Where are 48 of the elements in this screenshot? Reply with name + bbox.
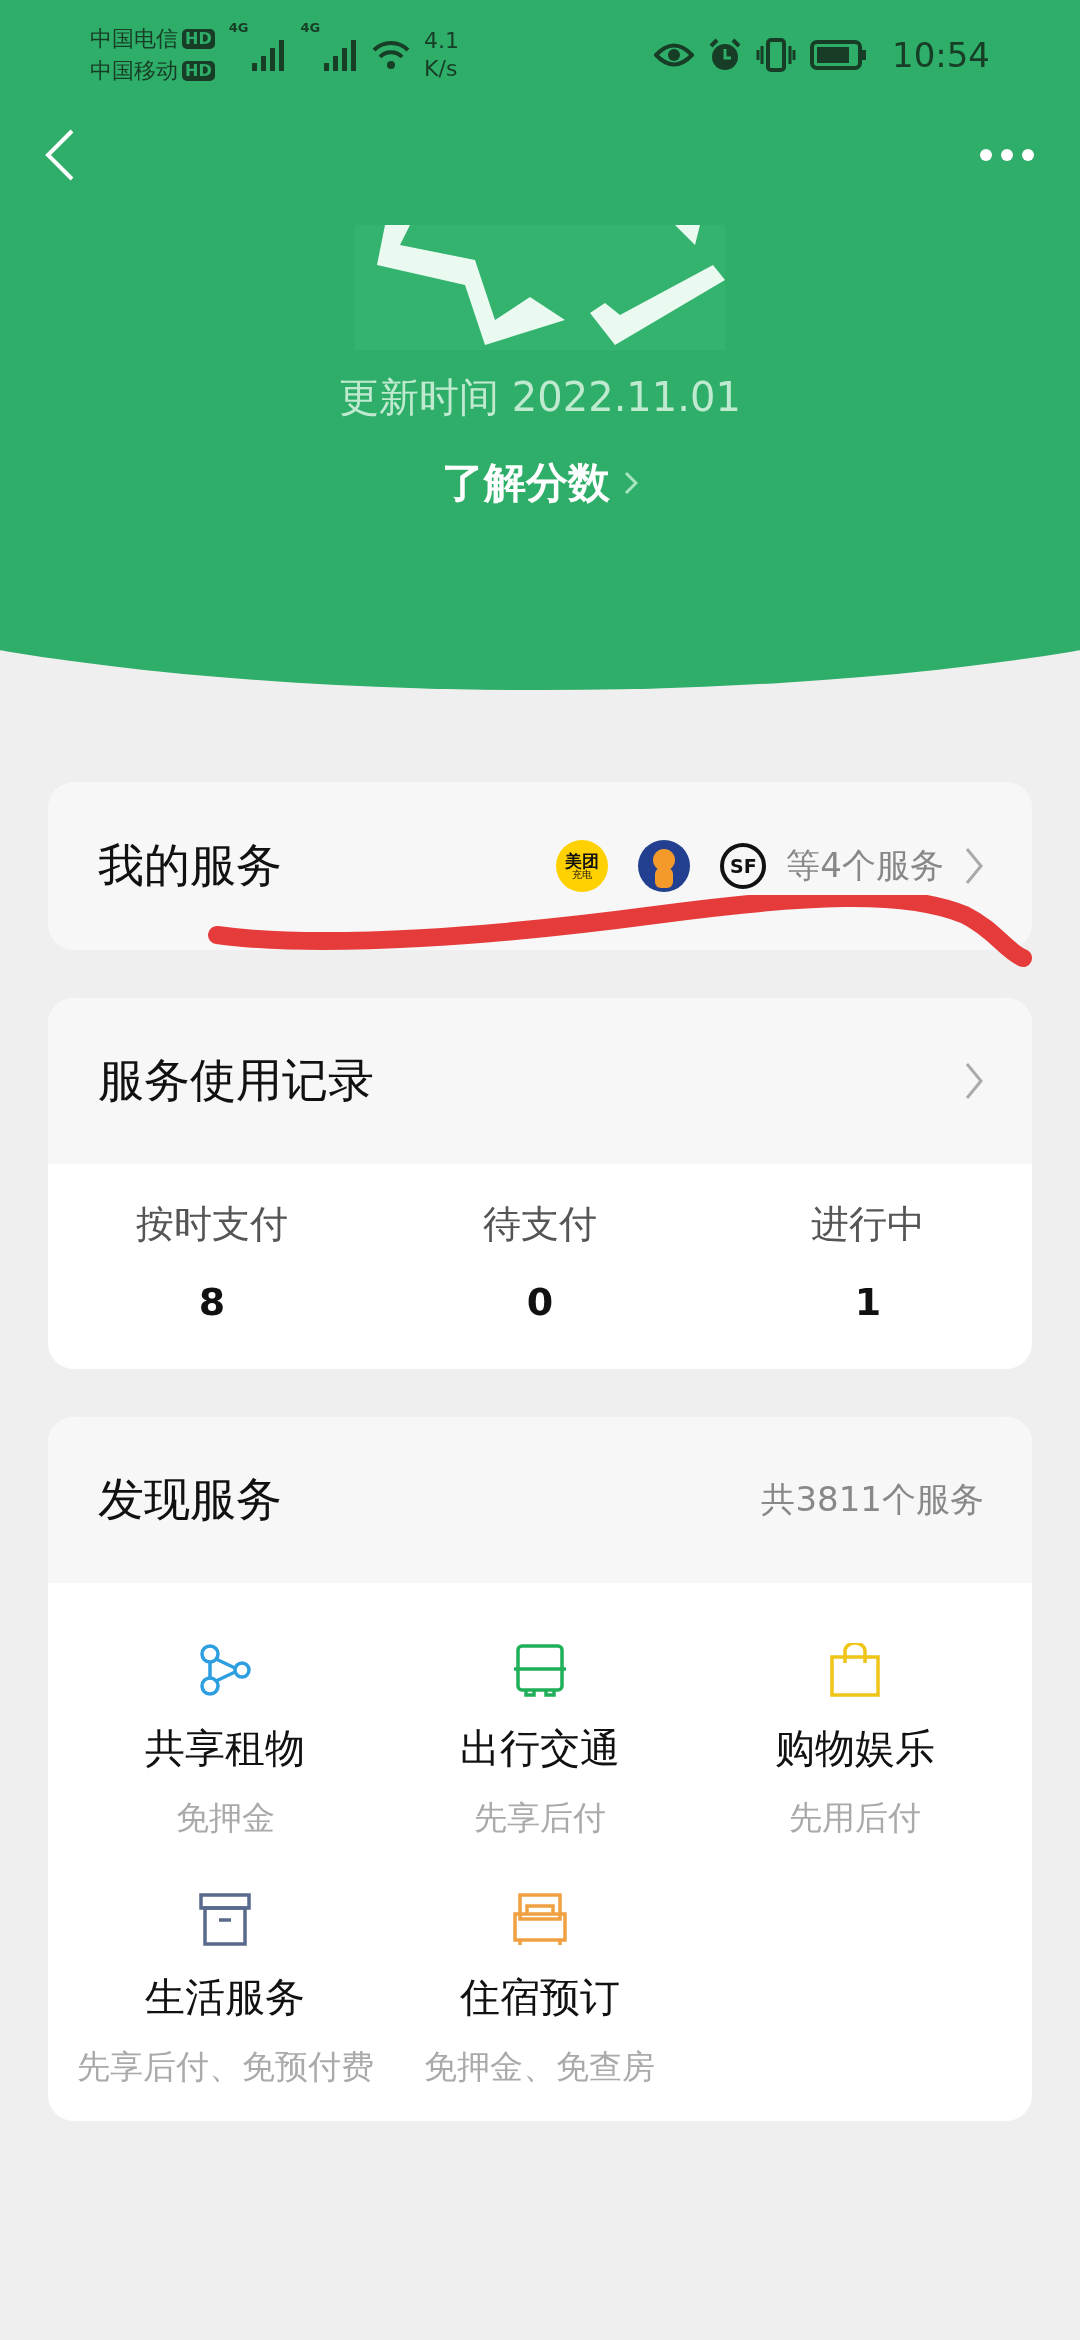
services-count: 共3811个服务 bbox=[761, 1478, 984, 1521]
tiger-mascot-icon bbox=[638, 840, 691, 892]
chevron-icon bbox=[964, 846, 984, 886]
section-title: 我的服务 bbox=[98, 837, 282, 894]
service-category[interactable]: 住宿预订 bbox=[460, 1970, 620, 2025]
service-category[interactable]: 共享租物 bbox=[145, 1721, 306, 1776]
stat-label: 待支付 bbox=[482, 1201, 598, 1248]
service-category[interactable]: 购物娱乐 bbox=[774, 1721, 935, 1776]
my-services-row[interactable]: 我的服务 美团 充电 SF 等4个服务 bbox=[48, 782, 1032, 950]
hd-badge: HD bbox=[182, 29, 215, 49]
alarm-icon bbox=[708, 38, 742, 72]
carrier-name: 中国电信 bbox=[90, 25, 178, 53]
status-time: 10:54 bbox=[892, 35, 990, 75]
service-benefit: 先享后付、免预付费 bbox=[76, 2046, 374, 2088]
wifi-icon bbox=[372, 40, 411, 70]
service-benefit: 先用后付 bbox=[788, 1797, 921, 1839]
services-summary: 等4个服务 bbox=[786, 844, 944, 887]
service-logo: 美团 充电 bbox=[556, 840, 609, 892]
stat-label: 进行中 bbox=[810, 1201, 926, 1248]
stat-value: 0 bbox=[525, 1280, 555, 1324]
chevron-icon bbox=[624, 471, 638, 495]
service-benefit: 免押金 bbox=[175, 1797, 275, 1839]
more-icon[interactable] bbox=[979, 148, 1035, 162]
update-time: 更新时间 2022.11.01 bbox=[338, 373, 742, 422]
usage-record-row[interactable]: 服务使用记录 bbox=[48, 998, 1032, 1164]
signal-icon bbox=[252, 39, 287, 71]
carrier-name: 中国移动 bbox=[90, 57, 178, 85]
vibrate-icon bbox=[756, 38, 796, 72]
chevron-icon bbox=[964, 1061, 984, 1101]
service-logo: SF bbox=[720, 843, 767, 889]
network-type: 4G bbox=[228, 20, 249, 35]
section-title: 服务使用记录 bbox=[98, 1052, 374, 1109]
section-title: 发现服务 bbox=[98, 1471, 282, 1528]
eye-icon bbox=[654, 42, 694, 68]
speed-value: 4.1 bbox=[424, 27, 460, 55]
back-icon[interactable] bbox=[45, 129, 75, 181]
service-category[interactable]: 出行交通 bbox=[460, 1721, 620, 1776]
service-benefit: 先享后付 bbox=[474, 1797, 606, 1839]
stat-value: 8 bbox=[197, 1280, 227, 1324]
stat-label: 按时支付 bbox=[135, 1201, 289, 1248]
speed-unit: K/s bbox=[424, 55, 459, 83]
signal-icon bbox=[324, 39, 359, 71]
stat-value: 1 bbox=[853, 1280, 883, 1324]
network-type: 4G bbox=[300, 20, 321, 35]
battery-icon bbox=[810, 40, 868, 70]
service-category[interactable]: 生活服务 bbox=[145, 1970, 306, 2025]
hd-badge: HD bbox=[182, 61, 215, 81]
service-benefit: 免押金、免查房 bbox=[424, 2046, 656, 2088]
